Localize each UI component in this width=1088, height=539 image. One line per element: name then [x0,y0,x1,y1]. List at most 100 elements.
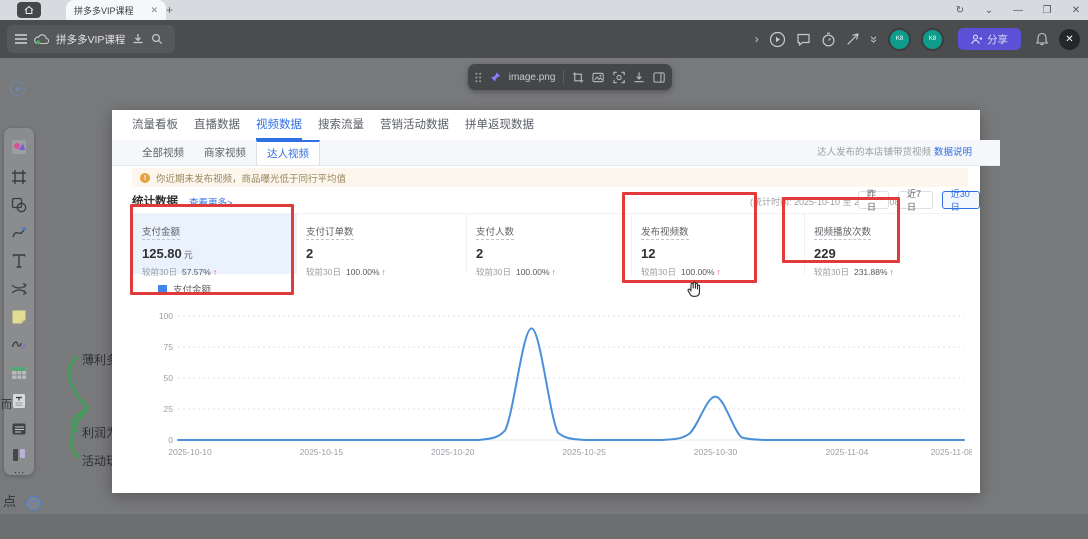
open-panel-icon[interactable] [653,71,665,84]
annotation-rect-videos-published [622,192,757,283]
card-value: 2 [476,246,483,261]
clipped-node-text: 而 [1,396,12,412]
image-filename: image.png [509,72,556,83]
drag-handle-icon[interactable] [475,72,482,83]
card-label: 支付人数 [476,227,514,240]
range-7d-button[interactable]: 近7日 [898,191,933,209]
up-arrow-icon: ↑ [552,267,556,277]
annotation-rect-pay-amount [130,204,294,295]
card-value: 2 [306,246,313,261]
data-explain-link[interactable]: 数据说明 [934,147,972,158]
window-controls: ↻ ⌄ — ❐ ✕ [954,0,1082,20]
up-arrow-icon: ↑ [382,267,386,277]
svg-text:2025-11-04: 2025-11-04 [825,447,868,457]
minimize-icon[interactable]: — [1012,5,1024,16]
text-tool-icon[interactable] [11,253,27,269]
subtab-merchant-videos[interactable]: 商家视频 [194,140,256,165]
template-tool-icon[interactable] [11,139,27,155]
refresh-icon[interactable]: ↻ [954,5,966,16]
browser-tab-title: 拼多多VIP课程 [74,4,144,17]
svg-text:2025-10-25: 2025-10-25 [562,447,606,457]
preview-icon[interactable] [613,71,625,84]
search-icon[interactable] [151,33,163,45]
warning-icon: ! [140,173,150,183]
hand-cursor [686,280,702,298]
app-toolbar-right: › » K8 K8 分享 ✕ [755,20,1080,58]
svg-text:50: 50 [164,373,174,383]
svg-text:2025-10-10: 2025-10-10 [168,447,212,457]
tab-marketing-data[interactable]: 营销活动数据 [380,116,449,140]
curve-tool-icon[interactable] [11,225,27,241]
cloud-sync-icon [34,34,49,45]
replace-image-icon[interactable] [592,71,604,84]
subtab-all-videos[interactable]: 全部视频 [132,140,194,165]
window-close-icon[interactable]: ✕ [1070,5,1082,16]
svg-text:2025-10-20: 2025-10-20 [431,447,475,457]
stat-card-pay-orders[interactable]: 支付订单数 2 较前30日100.00%↑ [297,214,467,274]
share-button[interactable]: 分享 [958,28,1021,50]
collaborator-avatar[interactable]: K8 [921,28,944,51]
svg-text:75: 75 [164,342,174,352]
restore-icon[interactable]: ❐ [1041,5,1053,16]
image-toolbar: image.png [468,64,672,90]
svg-text:2025-10-15: 2025-10-15 [300,447,344,457]
stat-card-pay-users[interactable]: 支付人数 2 较前30日100.00%↑ [467,214,632,274]
collaborator-avatar[interactable]: K8 [888,28,911,51]
browser-home-button[interactable] [17,2,41,18]
app-toolbar: 拼多多VIP课程 › » K8 K8 分享 ✕ [0,20,1088,58]
tab-close-icon[interactable]: ✕ [150,5,158,16]
home-icon [24,5,34,15]
shapes-tool-icon[interactable] [11,197,27,213]
comment-icon[interactable] [796,32,811,47]
collapse-toolbar-icon[interactable]: » [867,35,882,42]
laser-pointer-icon[interactable] [846,32,861,47]
tab-traffic-board[interactable]: 流量看板 [132,116,178,140]
svg-text:2025-10-30: 2025-10-30 [694,447,738,457]
menu-icon[interactable] [15,34,27,44]
side-note: 达人发布的本店铺带货视频数据说明 [817,144,972,158]
chevron-down-icon[interactable]: ⌄ [983,5,995,16]
annotation-rect-video-plays [782,197,900,263]
dashboard-tabs: 流量看板 直播数据 视频数据 搜索流量 营销活动数据 拼单返现数据 [132,116,534,140]
tab-groupbuy-data[interactable]: 拼单返现数据 [465,116,534,140]
analytics-panel-image[interactable]: 流量看板 直播数据 视频数据 搜索流量 营销活动数据 拼单返现数据 全部视频 商… [112,110,980,493]
timer-icon[interactable] [821,32,836,47]
collaborator-cursor-badge: 27 [26,496,41,511]
canvas-text-fragment[interactable]: 点 [3,491,16,510]
payment-trend-chart[interactable]: 0 25 50 75 100 2025-10-10 2025-10-15 2025-10-20… [148,306,972,462]
svg-text:2025-11-08: 2025-11-08 [931,447,972,457]
side-note-text: 达人发布的本店铺带货视频 [817,147,931,158]
browser-tab-strip: 拼多多VIP课程 ✕ + ↻ ⌄ — ❐ ✕ [0,0,1088,20]
canvas-bottom-shade [0,514,1088,539]
warning-banner: ! 你近期未发布视频，商品曝光低于同行平均值 [132,168,968,187]
doc-title[interactable]: 拼多多VIP课程 [56,32,125,47]
browser-tab[interactable]: 拼多多VIP课程 ✕ [66,0,166,20]
subtab-influencer-videos[interactable]: 达人视频 [256,140,320,165]
present-play-icon[interactable] [769,31,786,48]
collab-cursor-icon: ◉ [10,81,25,96]
svg-text:100: 100 [159,311,173,321]
up-arrow-icon: ↑ [890,267,894,277]
svg-text:25: 25 [164,404,174,414]
whiteboard-app: 拼多多VIP课程 ✕ + ↻ ⌄ — ❐ ✕ 拼多多VIP课程 › » K8 [0,0,1088,539]
tab-search-traffic[interactable]: 搜索流量 [318,116,364,140]
tab-video-data[interactable]: 视频数据 [256,116,302,140]
download-image-icon[interactable] [633,71,645,84]
tab-live-data[interactable]: 直播数据 [194,116,240,140]
svg-text:0: 0 [168,435,173,445]
crop-icon[interactable] [572,71,584,84]
sticky-note-tool-icon[interactable] [11,309,27,325]
notification-bell-icon[interactable] [1035,32,1049,47]
new-tab-button[interactable]: + [166,3,173,17]
connector-tool-icon[interactable] [11,281,27,297]
doc-title-pill: 拼多多VIP课程 [7,25,175,53]
share-label: 分享 [987,32,1008,47]
card-label: 支付订单数 [306,227,354,240]
download-icon[interactable] [132,33,144,45]
expand-right-icon[interactable]: › [755,33,759,45]
frame-tool-icon[interactable] [11,169,27,185]
share-person-icon [971,34,982,45]
range-30d-button[interactable]: 近30日 [942,191,980,209]
exit-button[interactable]: ✕ [1059,29,1080,50]
pin-icon[interactable] [490,71,501,83]
